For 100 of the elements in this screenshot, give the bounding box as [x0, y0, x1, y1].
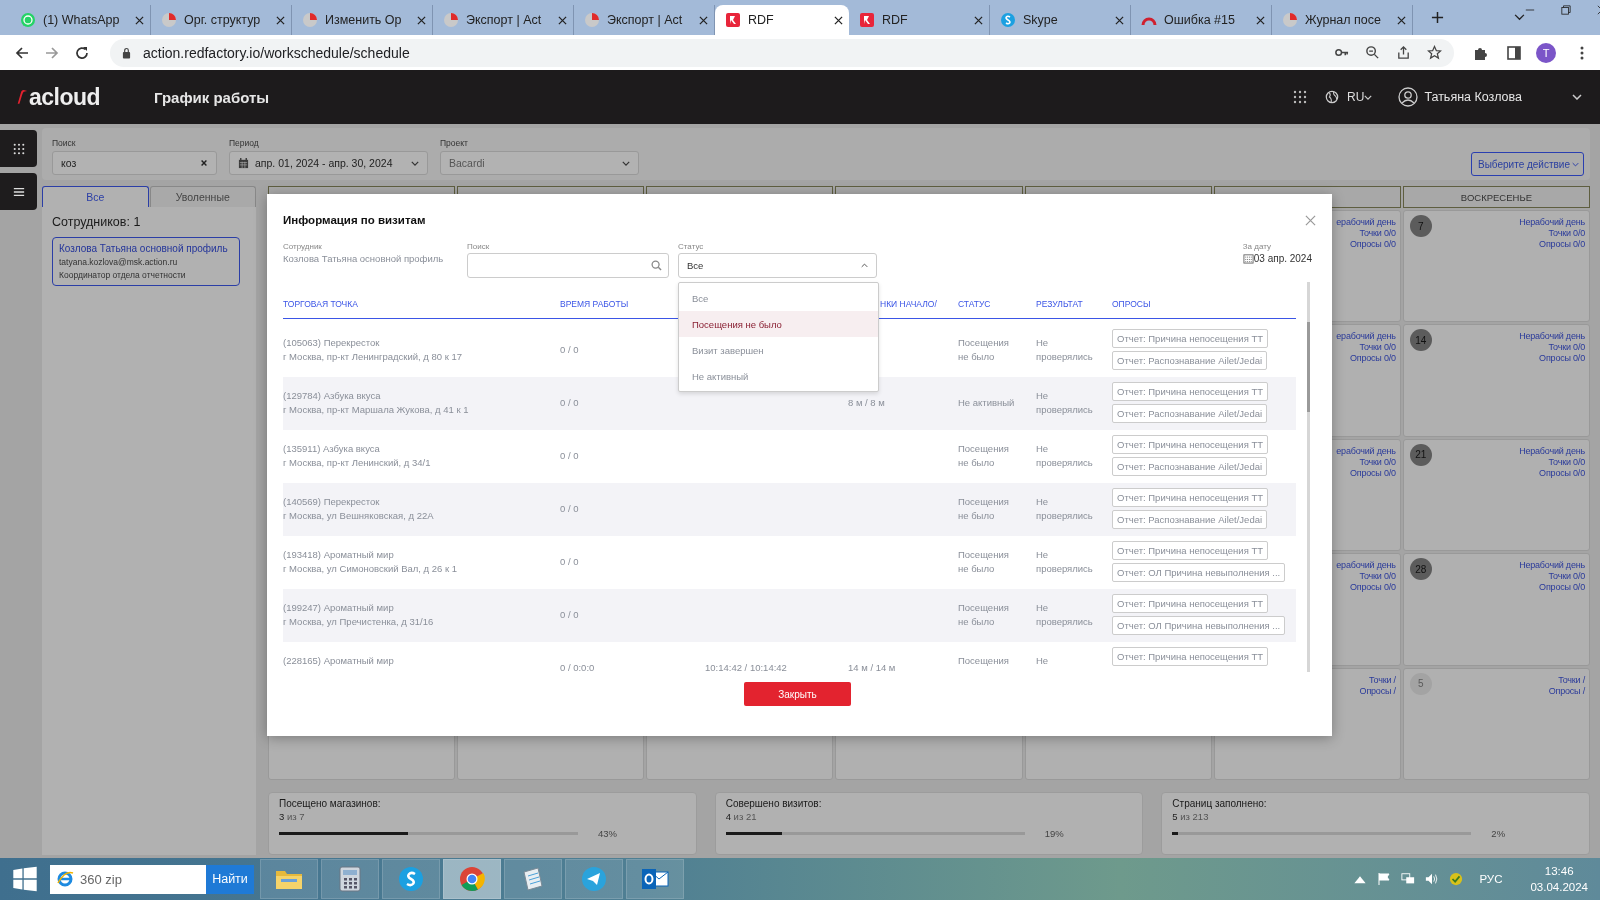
- browser-tab[interactable]: RDF: [715, 5, 849, 35]
- survey-tag[interactable]: Отчет: Распознавание Ailet/Jedai: [1112, 404, 1268, 423]
- network-icon[interactable]: [1401, 872, 1416, 886]
- search-button[interactable]: Найти: [206, 864, 254, 894]
- day-number: 21: [1409, 443, 1432, 466]
- survey-tag[interactable]: Отчет: ОЛ Причина невыполнения ...: [1112, 563, 1286, 582]
- star-icon[interactable]: [1427, 45, 1442, 60]
- chevron-down-icon[interactable]: [1514, 14, 1525, 21]
- survey-tag[interactable]: Отчет: Причина непосещения ТТ: [1112, 382, 1269, 401]
- zoom-out-icon[interactable]: [1365, 45, 1380, 60]
- forward-arrow-icon[interactable]: [44, 44, 60, 61]
- search-field[interactable]: коз: [52, 151, 217, 175]
- column-header[interactable]: ТОРГОВАЯ ТОЧКА: [283, 299, 560, 309]
- employee-count: Сотрудников: 1: [52, 215, 141, 229]
- close-icon[interactable]: [699, 15, 708, 25]
- restore-icon[interactable]: [1561, 5, 1571, 15]
- keyboard-language[interactable]: РУС: [1479, 873, 1503, 885]
- filter-tab[interactable]: Все: [42, 186, 149, 207]
- period-field[interactable]: апр. 01, 2024 - апр. 30, 2024: [229, 151, 428, 175]
- close-icon[interactable]: [1115, 15, 1124, 25]
- survey-tag[interactable]: Отчет: Причина непосещения ТТ: [1112, 488, 1269, 507]
- close-icon[interactable]: [417, 15, 426, 25]
- close-button[interactable]: Закрыть: [744, 682, 851, 706]
- sidebar-icon[interactable]: [1506, 44, 1522, 61]
- survey-tag[interactable]: Отчет: ОЛ Причина невыполнения ...: [1112, 616, 1286, 635]
- taskbar-app[interactable]: [321, 859, 379, 899]
- close-icon[interactable]: [558, 15, 567, 25]
- column-header[interactable]: РЕЗУЛЬТАТ: [1036, 299, 1112, 309]
- search-field[interactable]: 360 zip: [50, 864, 206, 894]
- tab-title: Изменить Ор: [325, 13, 403, 27]
- surveys-count: Опросы 0/0: [1539, 467, 1585, 479]
- taskbar-app[interactable]: [626, 859, 684, 899]
- dropdown-option[interactable]: Посещения не было: [679, 311, 878, 337]
- clock-time[interactable]: 13:46: [1544, 863, 1574, 879]
- tab-title: Ошибка #15: [1164, 13, 1236, 27]
- calendar-cell[interactable]: 14 Нерабочий день Точки 0/0 Опросы 0/0: [1402, 324, 1590, 437]
- column-header[interactable]: СТАТУС: [958, 299, 1036, 309]
- speaker-icon[interactable]: [1425, 872, 1440, 886]
- taskbar-app[interactable]: [504, 859, 562, 899]
- calendar-cell[interactable]: 5 Точки / Опросы /: [1402, 667, 1590, 780]
- status-badge-icon[interactable]: [1449, 872, 1464, 886]
- close-icon[interactable]: [1256, 15, 1265, 25]
- close-icon[interactable]: [135, 15, 144, 25]
- survey-tag[interactable]: Отчет: Распознавание Ailet/Jedai: [1112, 351, 1268, 370]
- scrollbar[interactable]: [1307, 282, 1310, 672]
- taskbar-app[interactable]: [382, 859, 440, 899]
- chevron-down-icon: [411, 160, 419, 166]
- filter-tab[interactable]: Уволенные: [149, 186, 256, 207]
- reload-icon[interactable]: [74, 44, 90, 61]
- user-name[interactable]: Татьяна Козлова: [1424, 90, 1522, 104]
- survey-tag[interactable]: Отчет: Распознавание Ailet/Jedai: [1112, 510, 1268, 529]
- points-count: Точки /: [1558, 674, 1585, 686]
- survey-tag[interactable]: Отчет: Причина непосещения ТТ: [1112, 647, 1269, 666]
- employee-card[interactable]: Козлова Татьяна основной профиль tatyana.kozlova@msk.action.ru Координатор отдела отчетности: [52, 237, 240, 286]
- language-selector[interactable]: RU: [1347, 90, 1365, 104]
- calendar-cell[interactable]: 28 Нерабочий день Точки 0/0 Опросы 0/0: [1402, 553, 1590, 666]
- app-logo[interactable]: acloud: [29, 83, 101, 111]
- search-field[interactable]: [467, 253, 669, 278]
- close-icon[interactable]: [834, 15, 843, 25]
- share-icon[interactable]: [1396, 45, 1411, 60]
- profile-avatar[interactable]: T: [1536, 42, 1556, 63]
- flag-icon[interactable]: [1377, 872, 1392, 886]
- taskbar-app[interactable]: [565, 859, 623, 899]
- plus-icon[interactable]: [1431, 11, 1444, 24]
- dropdown-option[interactable]: Визит завершен: [679, 337, 878, 363]
- project-dropdown[interactable]: Bacardi: [440, 151, 639, 175]
- survey-tag[interactable]: Отчет: Распознавание Ailet/Jedai: [1112, 457, 1268, 476]
- points-count: Точки 0/0: [1548, 571, 1585, 583]
- apps-grid-icon[interactable]: [1293, 90, 1308, 104]
- back-arrow-icon[interactable]: [14, 44, 30, 61]
- survey-tag[interactable]: Отчет: Причина непосещения ТТ: [1112, 541, 1269, 560]
- store-address: г Москва, пр-кт Ленинградский, д 80 к 17: [283, 350, 464, 364]
- points-count: Точки 0/0: [1359, 456, 1396, 468]
- survey-tag[interactable]: Отчет: Причина непосещения ТТ: [1112, 329, 1269, 348]
- dropdown-option[interactable]: Не активный: [679, 363, 878, 389]
- calendar-cell[interactable]: 21 Нерабочий день Точки 0/0 Опросы 0/0: [1402, 438, 1590, 552]
- survey-tag[interactable]: Отчет: Причина непосещения ТТ: [1112, 594, 1269, 613]
- menu-button[interactable]: [0, 173, 37, 210]
- table-cell-text: 14 м / 14 м: [848, 661, 897, 675]
- clear-icon[interactable]: [200, 159, 208, 167]
- apps-button[interactable]: [0, 130, 37, 167]
- dropdown-option[interactable]: Все: [679, 285, 878, 311]
- day-status: ерабочий день: [1336, 217, 1396, 228]
- calendar-cell[interactable]: 7 Нерабочий день Точки 0/0 Опросы 0/0: [1402, 210, 1590, 323]
- close-icon[interactable]: [276, 15, 285, 25]
- date-value[interactable]: 03 апр. 2024: [1253, 253, 1312, 264]
- close-icon[interactable]: [1397, 15, 1406, 25]
- globe-icon[interactable]: [1325, 90, 1340, 104]
- taskbar-app[interactable]: [260, 859, 318, 899]
- survey-tag[interactable]: Отчет: Причина непосещения ТТ: [1112, 435, 1269, 454]
- table-cell-text: 10:14:42 / 10:14:42: [705, 661, 788, 675]
- action-dropdown-button[interactable]: Выберите действие: [1471, 152, 1584, 176]
- windows-logo-icon[interactable]: [12, 866, 38, 892]
- cloud-logo-icon: [1000, 12, 1016, 28]
- close-icon[interactable]: [974, 15, 983, 25]
- address-field[interactable]: action.redfactory.io/workschedule/schedule: [110, 38, 1454, 67]
- user-icon[interactable]: [1398, 87, 1419, 107]
- status-dropdown[interactable]: Все: [678, 253, 877, 278]
- clock-date[interactable]: 03.04.2024: [1530, 879, 1588, 895]
- column-header[interactable]: ОПРОСЫ: [1112, 299, 1296, 309]
